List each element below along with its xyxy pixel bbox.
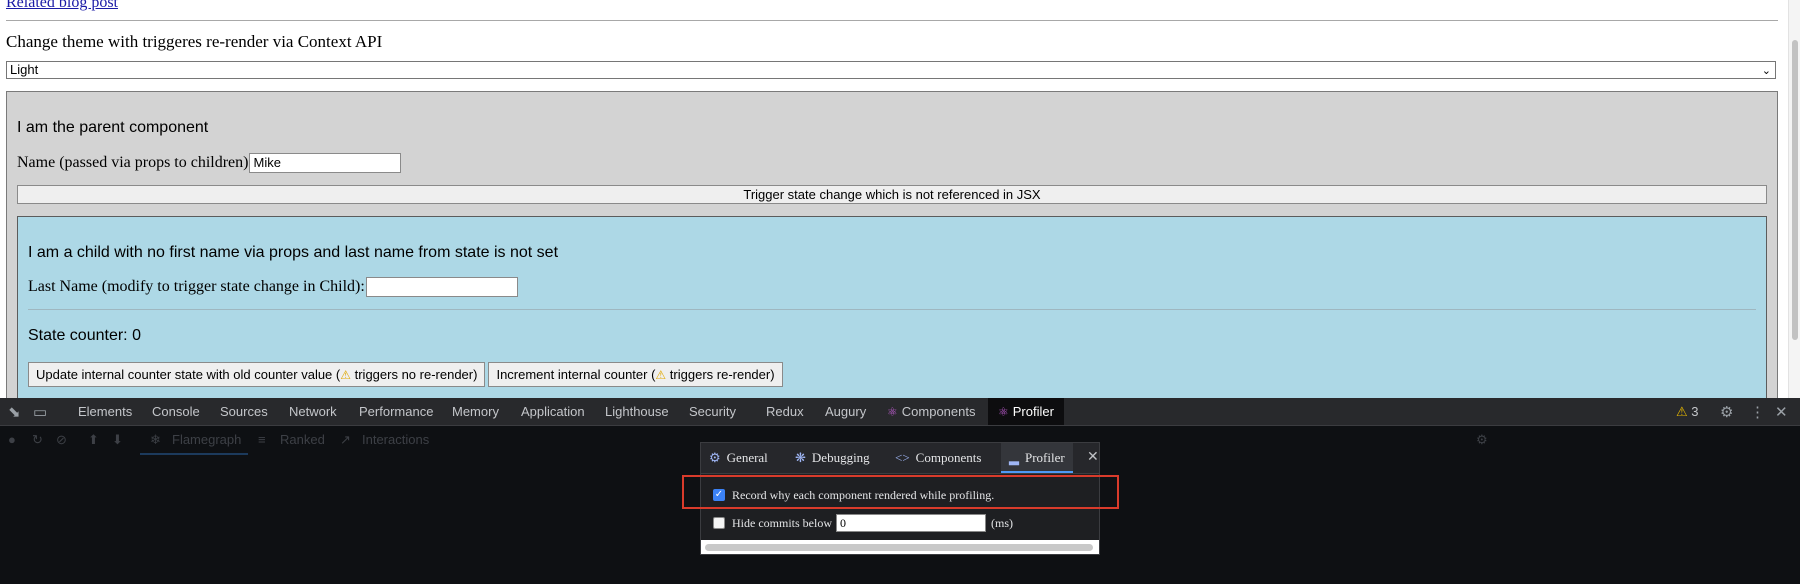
theme-select-value: Light <box>10 62 39 77</box>
settings-tab-profiler[interactable]: ▂ Profiler <box>1001 443 1073 473</box>
device-toggle-icon[interactable]: ▭ <box>33 403 47 421</box>
update-button-text-b: triggers no re-render) <box>351 367 478 382</box>
update-counter-button[interactable]: Update internal counter state with old c… <box>28 362 486 387</box>
reload-icon[interactable]: ↻ <box>32 432 43 448</box>
bug-icon: ❋ <box>795 450 806 465</box>
hide-commits-unit: (ms) <box>990 515 1013 530</box>
settings-scrollbar[interactable] <box>705 544 1093 551</box>
settings-tab-general-label: General <box>726 450 768 465</box>
last-name-row: Last Name (modify to trigger state chang… <box>28 277 518 297</box>
increment-button-text-b: triggers re-render) <box>666 367 775 382</box>
gear-icon[interactable]: ⚙ <box>1476 432 1488 448</box>
tab-network[interactable]: Network <box>289 398 337 425</box>
flame-icon: ❄ <box>150 432 161 447</box>
divider <box>28 309 1756 310</box>
state-counter: State counter: 0 <box>28 327 141 344</box>
increment-button-text-a: Increment internal counter ( <box>496 367 656 382</box>
tab-interactions[interactable]: Interactions <box>362 432 429 447</box>
react-icon: ⚛ <box>887 405 898 419</box>
theme-label: Change theme with triggeres re-render vi… <box>6 32 383 51</box>
hide-commits-checkbox[interactable] <box>713 517 725 529</box>
tab-memory[interactable]: Memory <box>452 398 499 425</box>
settings-tab-debugging[interactable]: ❋ Debugging <box>795 443 870 473</box>
record-icon[interactable]: ● <box>8 432 16 447</box>
child-component: I am a child with no first name via prop… <box>17 216 1767 398</box>
settings-tab-components-label: Components <box>915 450 982 465</box>
tab-console[interactable]: Console <box>152 398 200 425</box>
interactions-icon: ↗ <box>340 432 351 447</box>
increment-counter-button[interactable]: Increment internal counter (⚠ triggers r… <box>488 362 783 387</box>
settings-tab-components[interactable]: <> Components <box>895 443 981 473</box>
tab-components-label: Components <box>901 404 976 419</box>
gear-icon[interactable]: ⚙ <box>1720 403 1733 421</box>
highlight-box <box>682 475 1119 509</box>
active-subtab-underline <box>140 453 248 455</box>
update-button-text-a: Update internal counter state with old c… <box>36 367 341 382</box>
gear-icon: ⚙ <box>709 450 721 465</box>
close-icon[interactable]: ✕ <box>1775 403 1788 421</box>
last-name-label: Last Name (modify to trigger state chang… <box>28 278 365 295</box>
scrollbar-thumb[interactable] <box>1792 40 1798 340</box>
close-icon[interactable]: ✕ <box>1087 449 1099 466</box>
parent-component: I am the parent component Name (passed v… <box>6 91 1778 398</box>
warning-count: 3 <box>1691 404 1699 419</box>
tab-sources[interactable]: Sources <box>220 398 268 425</box>
tab-flamegraph[interactable]: Flamegraph <box>172 432 241 447</box>
related-blog-link[interactable]: Related blog post <box>6 0 118 12</box>
warning-badge[interactable]: ⚠ 3 <box>1676 398 1699 425</box>
tab-security[interactable]: Security <box>689 398 736 425</box>
bar-chart-icon: ▂ <box>1009 450 1019 465</box>
tab-performance[interactable]: Performance <box>359 398 433 425</box>
app-page: Related blog post Change theme with trig… <box>0 0 1788 398</box>
tab-profiler[interactable]: ⚛ Profiler <box>988 398 1064 425</box>
tab-elements[interactable]: Elements <box>78 398 132 425</box>
tab-augury[interactable]: Augury <box>825 398 866 425</box>
divider <box>6 20 1778 21</box>
child-title: I am a child with no first name via prop… <box>28 244 559 261</box>
ranked-icon: ≡ <box>258 432 266 447</box>
tab-profiler-label: Profiler <box>1012 404 1054 419</box>
page-scrollbar[interactable] <box>1788 0 1800 398</box>
warning-icon: ⚠ <box>655 368 667 382</box>
chevron-down-icon: ⌄ <box>1761 65 1771 77</box>
react-icon: ⚛ <box>998 405 1009 419</box>
parent-title: I am the parent component <box>17 119 209 136</box>
counter-buttons: Update internal counter state with old c… <box>28 362 783 387</box>
more-options-icon[interactable]: ⋮ <box>1750 403 1765 421</box>
last-name-input[interactable] <box>365 277 518 297</box>
settings-tab-debugging-label: Debugging <box>811 450 870 465</box>
tab-redux[interactable]: Redux <box>766 398 804 425</box>
theme-select[interactable]: Light ⌄ <box>6 61 1776 79</box>
code-icon: <> <box>895 450 910 465</box>
download-icon[interactable]: ⬇ <box>112 432 123 448</box>
tab-application[interactable]: Application <box>521 398 585 425</box>
hide-commits-row: Hide commits below 0 (ms) <box>713 514 1013 532</box>
stop-icon[interactable]: ⊘ <box>56 432 67 448</box>
settings-tab-general[interactable]: ⚙ General <box>709 443 768 473</box>
hide-commits-input[interactable]: 0 <box>835 514 986 532</box>
warning-icon: ⚠ <box>340 368 351 382</box>
upload-icon[interactable]: ⬆ <box>88 432 99 448</box>
tab-ranked[interactable]: Ranked <box>280 432 325 447</box>
tab-components[interactable]: ⚛ Components <box>887 398 975 425</box>
name-label: Name (passed via props to children) <box>17 154 249 171</box>
trigger-state-button[interactable]: Trigger state change which is not refere… <box>17 185 1767 204</box>
settings-tab-profiler-label: Profiler <box>1025 450 1065 465</box>
settings-tabbar: ⚙ General ❋ Debugging <> Components ▂ Profil… <box>701 443 1099 474</box>
devtools-tabbar: ⬊ ▭ Elements Console Sources Network Per… <box>0 398 1800 426</box>
tab-lighthouse[interactable]: Lighthouse <box>605 398 669 425</box>
name-row: Name (passed via props to children) Mike <box>17 153 402 173</box>
hide-commits-label: Hide commits below <box>732 515 832 530</box>
name-input[interactable]: Mike <box>249 153 402 173</box>
inspect-element-icon[interactable]: ⬊ <box>8 403 21 421</box>
